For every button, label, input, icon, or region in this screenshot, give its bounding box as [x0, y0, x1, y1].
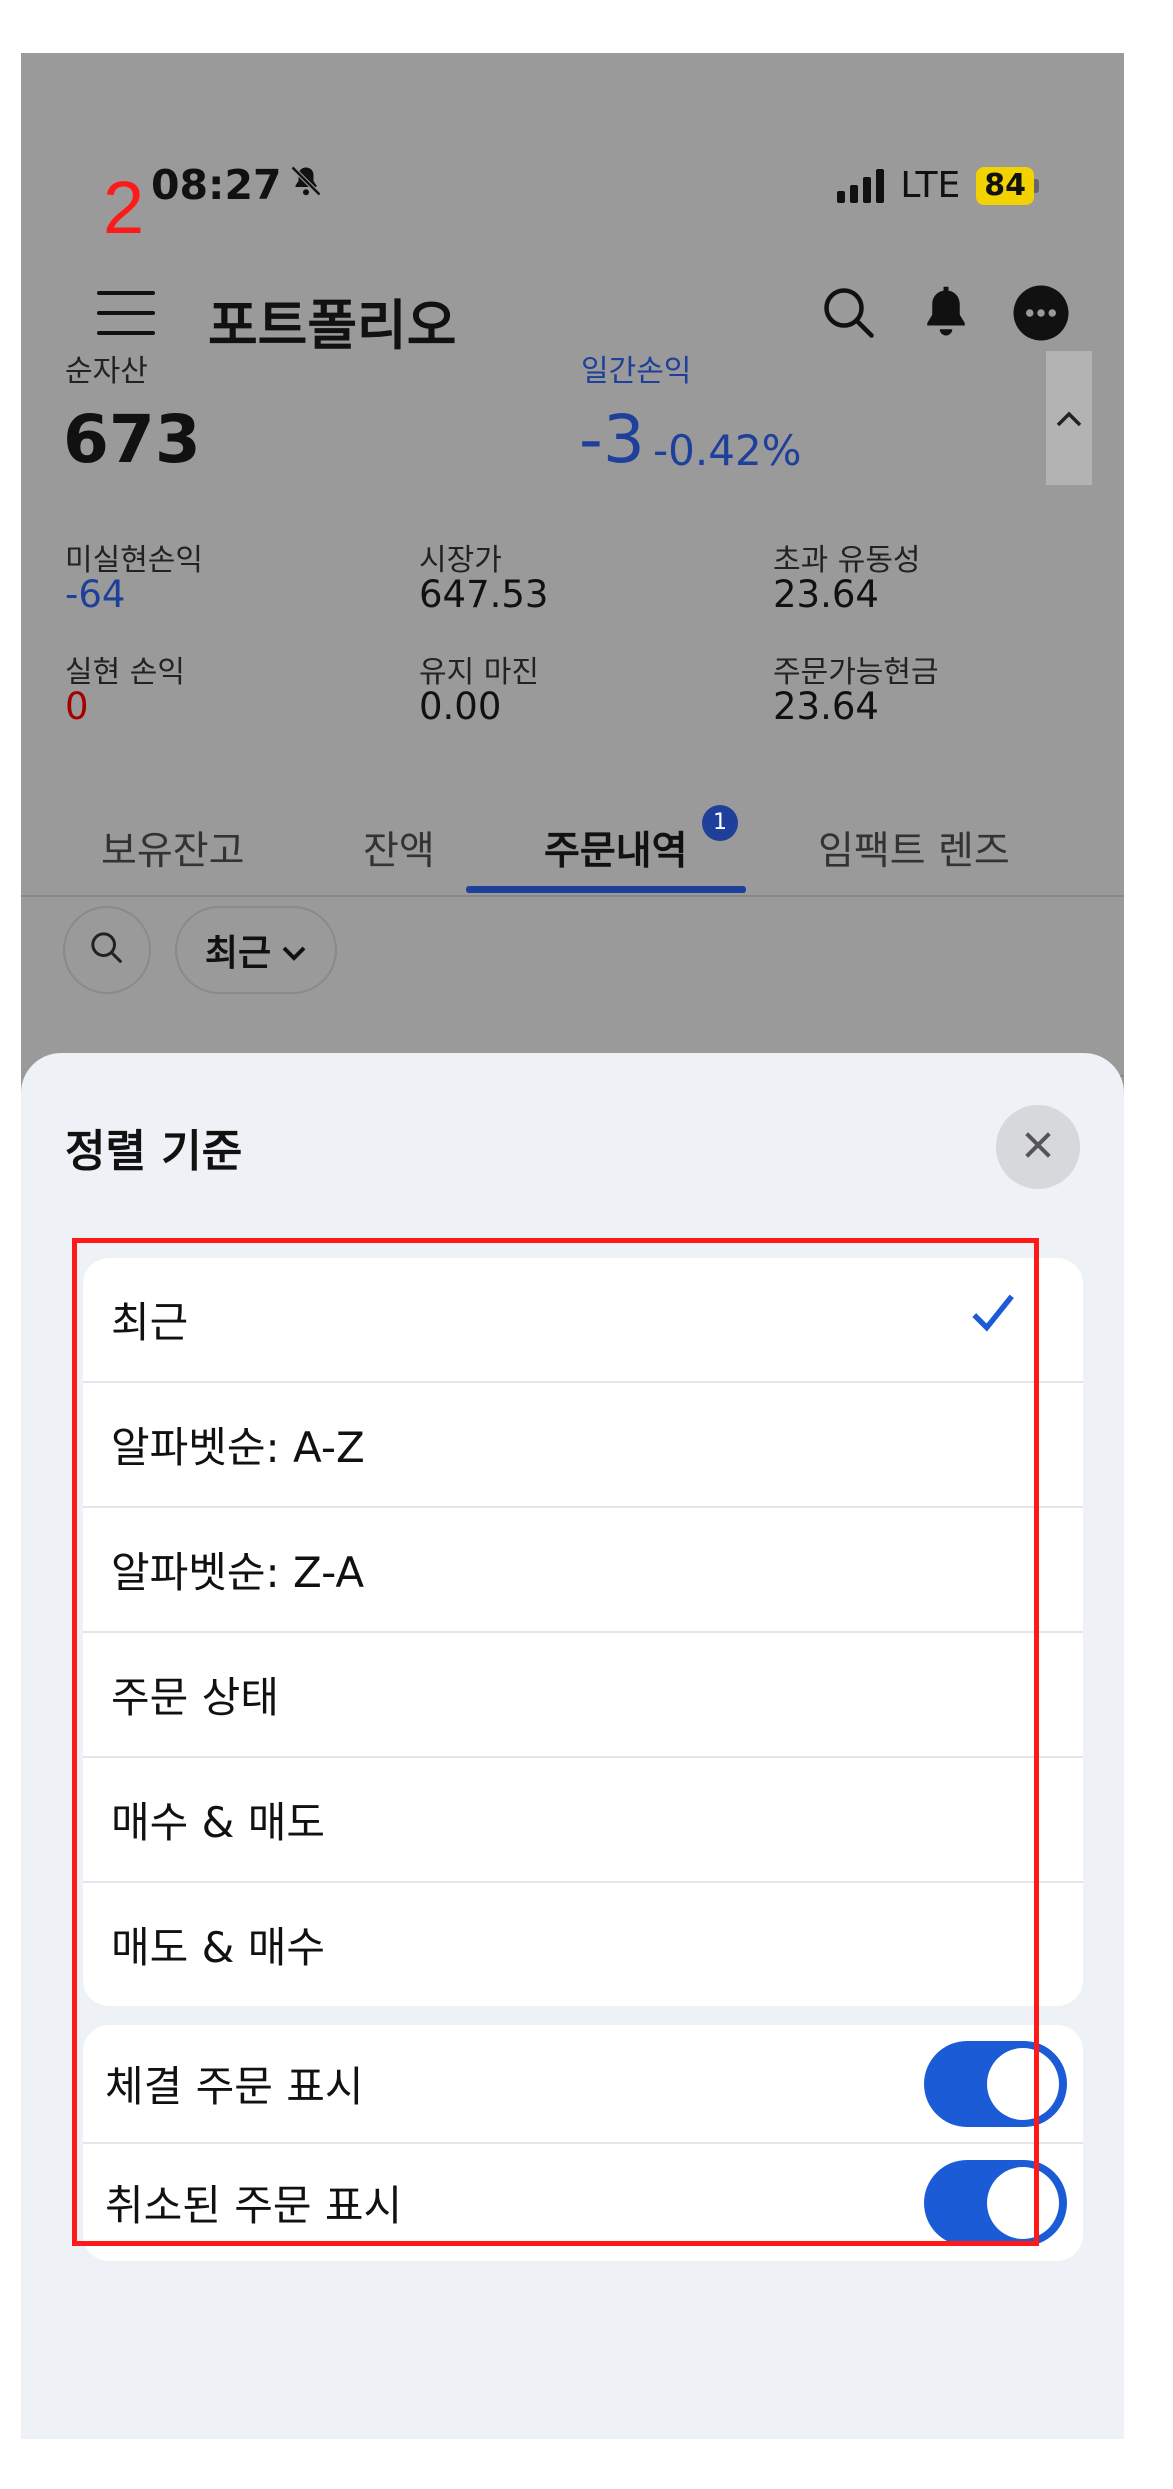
battery-icon: 84 [976, 166, 1039, 205]
bell-muted-icon [288, 161, 324, 209]
active-tab-indicator [466, 886, 746, 893]
more-options-icon[interactable] [1011, 283, 1071, 347]
search-icon[interactable] [819, 283, 879, 347]
checkmark-icon [968, 1288, 1018, 1348]
network-label: LTE [900, 165, 961, 206]
sort-option-order-status[interactable]: 주문 상태 [83, 1633, 1083, 1758]
notification-bell-icon[interactable] [916, 283, 976, 347]
tab-bar: 보유잔고 잔액 주문내역 1 임팩트 렌즈 [21, 798, 1124, 898]
net-assets-value: 673 [63, 401, 201, 478]
market-value-value: 647.53 [419, 573, 549, 616]
collapse-summary-button[interactable] [1046, 351, 1092, 485]
toggle-label: 취소된 주문 표시 [105, 2181, 403, 2230]
chevron-down-icon [281, 930, 307, 971]
status-indicators: LTE 84 [837, 165, 1039, 206]
tab-impact-lens[interactable]: 임팩트 렌즈 [818, 820, 1010, 876]
sort-option-buy-sell[interactable]: 매수 & 매도 [83, 1758, 1083, 1883]
annotation-number: 2 [103, 166, 145, 249]
app-header: 포트폴리오 [21, 273, 1124, 357]
phone-screen: 2 08:27 LTE 84 포트폴리오 순자산 673 일간손익 -3 -0.… [21, 53, 1124, 2439]
tab-holdings[interactable]: 보유잔고 [101, 820, 245, 876]
daily-pl-value: -3 [579, 401, 645, 478]
sort-filter-label: 최근 [204, 933, 272, 974]
chevron-up-icon [1054, 399, 1084, 437]
page-title: 포트폴리오 [208, 294, 457, 357]
sort-option-alpha-za[interactable]: 알파벳순: Z-A [83, 1508, 1083, 1633]
order-display-toggles: 체결 주문 표시 취소된 주문 표시 [83, 2025, 1083, 2261]
excess-liquidity-value: 23.64 [773, 573, 879, 616]
show-filled-orders-toggle[interactable] [924, 2041, 1067, 2127]
toggle-row-filled-orders: 체결 주문 표시 [83, 2025, 1083, 2144]
sort-option-sell-buy[interactable]: 매도 & 매수 [83, 1883, 1083, 2006]
sort-option-alpha-az[interactable]: 알파벳순: A-Z [83, 1383, 1083, 1508]
sort-filter-button[interactable]: 최근 [175, 906, 337, 994]
sheet-title: 정렬 기준 [65, 1126, 243, 1177]
maintenance-margin-value: 0.00 [419, 685, 502, 728]
search-icon [87, 928, 127, 972]
status-time: 08:27 [151, 161, 324, 209]
show-cancelled-orders-toggle[interactable] [924, 2160, 1067, 2246]
option-label: 알파벳순: Z-A [111, 1548, 365, 1597]
menu-icon[interactable] [97, 291, 155, 335]
close-button[interactable] [996, 1105, 1080, 1189]
signal-icon [837, 168, 885, 203]
sort-option-recent[interactable]: 최근 [83, 1258, 1083, 1383]
option-label: 알파벳순: A-Z [111, 1423, 365, 1472]
tab-divider [21, 895, 1124, 897]
toggle-row-cancelled-orders: 취소된 주문 표시 [83, 2144, 1083, 2261]
option-label: 최근 [111, 1298, 189, 1347]
sort-bottom-sheet: 정렬 기준 최근 알파벳순: A-Z 알파벳순: Z-A 주문 상태 매수 & … [21, 1053, 1124, 2439]
status-time-text: 08:27 [151, 161, 282, 209]
toggle-label: 체결 주문 표시 [105, 2062, 364, 2111]
tab-balance[interactable]: 잔액 [363, 820, 435, 876]
close-icon [1021, 1128, 1055, 1166]
daily-pl-percent: -0.42% [653, 426, 802, 475]
net-assets-label: 순자산 [65, 354, 148, 389]
sort-options-list: 최근 알파벳순: A-Z 알파벳순: Z-A 주문 상태 매수 & 매도 매도 … [83, 1258, 1083, 2006]
option-label: 매수 & 매도 [111, 1798, 326, 1847]
available-cash-value: 23.64 [773, 685, 879, 728]
battery-level: 84 [976, 166, 1034, 205]
daily-pl-label: 일간손익 [581, 354, 692, 389]
unrealized-pl-value: -64 [65, 573, 126, 616]
orders-count-badge: 1 [702, 805, 738, 841]
option-label: 매도 & 매수 [111, 1923, 326, 1972]
order-search-button[interactable] [63, 906, 151, 994]
option-label: 주문 상태 [111, 1673, 279, 1722]
tab-orders[interactable]: 주문내역 [544, 820, 688, 876]
realized-pl-value: 0 [65, 685, 89, 728]
